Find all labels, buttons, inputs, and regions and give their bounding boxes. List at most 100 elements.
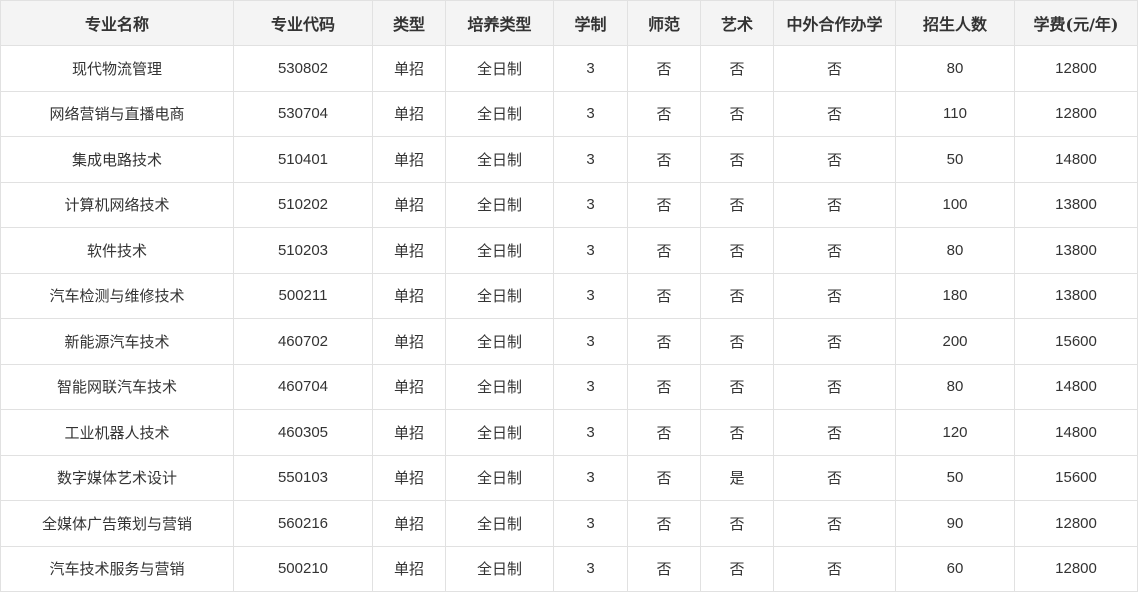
cell-teacher-training: 否: [627, 136, 701, 183]
cell-type: 单招: [372, 45, 446, 92]
cell-type: 单招: [372, 318, 446, 365]
cell-joint-program: 否: [773, 136, 896, 183]
cell-joint-program: 否: [773, 45, 896, 92]
table-row: 全媒体广告策划与营销 560216 单招 全日制 3 否否否 90 12800: [0, 500, 1138, 547]
cell-type: 单招: [372, 227, 446, 274]
cell-major-name: 网络营销与直播电商: [0, 90, 234, 137]
table-row: 网络营销与直播电商 530704 单招 全日制 3 否否否 110 12800: [0, 90, 1138, 137]
cell-teacher-training: 否: [627, 545, 701, 592]
cell-tuition: 14800: [1014, 363, 1138, 410]
cell-major-name: 新能源汽车技术: [0, 318, 234, 365]
cell-enrollment-count: 110: [895, 90, 1015, 137]
cell-enrollment-count: 80: [895, 227, 1015, 274]
cell-art: 否: [700, 136, 774, 183]
cell-joint-program: 否: [773, 454, 896, 501]
header-tuition: 学费(元/年): [1014, 0, 1138, 46]
cell-tuition: 12800: [1014, 45, 1138, 92]
cell-joint-program: 否: [773, 181, 896, 228]
cell-type: 单招: [372, 454, 446, 501]
cell-type: 单招: [372, 90, 446, 137]
cell-duration: 3: [553, 181, 628, 228]
table-row: 新能源汽车技术 460702 单招 全日制 3 否否否 200 15600: [0, 318, 1138, 365]
cell-major-name: 软件技术: [0, 227, 234, 274]
cell-enrollment-count: 50: [895, 454, 1015, 501]
cell-enrollment-count: 180: [895, 272, 1015, 319]
cell-type: 单招: [372, 363, 446, 410]
cell-training-type: 全日制: [445, 181, 554, 228]
cell-enrollment-count: 90: [895, 500, 1015, 547]
cell-art: 否: [700, 90, 774, 137]
cell-training-type: 全日制: [445, 363, 554, 410]
table-row: 现代物流管理 530802 单招 全日制 3 否否否 80 12800: [0, 45, 1138, 92]
cell-training-type: 全日制: [445, 454, 554, 501]
cell-joint-program: 否: [773, 272, 896, 319]
cell-major-code: 500211: [233, 272, 373, 319]
cell-duration: 3: [553, 136, 628, 183]
cell-teacher-training: 否: [627, 409, 701, 456]
cell-duration: 3: [553, 454, 628, 501]
cell-teacher-training: 否: [627, 181, 701, 228]
cell-art: 否: [700, 363, 774, 410]
cell-teacher-training: 否: [627, 90, 701, 137]
table-row: 计算机网络技术 510202 单招 全日制 3 否否否 100 13800: [0, 181, 1138, 228]
cell-major-name: 智能网联汽车技术: [0, 363, 234, 410]
table-row: 软件技术 510203 单招 全日制 3 否否否 80 13800: [0, 227, 1138, 274]
cell-art: 否: [700, 409, 774, 456]
cell-duration: 3: [553, 45, 628, 92]
cell-tuition: 14800: [1014, 409, 1138, 456]
cell-duration: 3: [553, 318, 628, 365]
cell-type: 单招: [372, 545, 446, 592]
cell-major-code: 510401: [233, 136, 373, 183]
table-body: 现代物流管理 530802 单招 全日制 3 否否否 80 12800 网络营销与直播电商 530…: [0, 45, 1138, 592]
header-teacher-training: 师范: [627, 0, 701, 46]
cell-tuition: 13800: [1014, 181, 1138, 228]
cell-teacher-training: 否: [627, 45, 701, 92]
cell-duration: 3: [553, 227, 628, 274]
enrollment-table: 专业名称 专业代码 类型 培养类型 学制 师范 艺术 中外合作办学 招生人数 学…: [0, 0, 1138, 592]
table-row: 数字媒体艺术设计 550103 单招 全日制 3 否是否 50 15600: [0, 454, 1138, 501]
cell-duration: 3: [553, 409, 628, 456]
cell-art: 否: [700, 545, 774, 592]
header-training-type: 培养类型: [445, 0, 554, 46]
cell-major-name: 全媒体广告策划与营销: [0, 500, 234, 547]
cell-tuition: 13800: [1014, 272, 1138, 319]
cell-major-code: 460704: [233, 363, 373, 410]
cell-tuition: 12800: [1014, 90, 1138, 137]
cell-major-name: 现代物流管理: [0, 45, 234, 92]
cell-joint-program: 否: [773, 227, 896, 274]
cell-duration: 3: [553, 500, 628, 547]
cell-art: 否: [700, 45, 774, 92]
cell-training-type: 全日制: [445, 136, 554, 183]
header-art: 艺术: [700, 0, 774, 46]
cell-major-code: 550103: [233, 454, 373, 501]
cell-art: 是: [700, 454, 774, 501]
cell-duration: 3: [553, 90, 628, 137]
header-enrollment-count: 招生人数: [895, 0, 1015, 46]
cell-major-code: 530704: [233, 90, 373, 137]
header-major-name: 专业名称: [0, 0, 234, 46]
cell-enrollment-count: 60: [895, 545, 1015, 592]
cell-enrollment-count: 50: [895, 136, 1015, 183]
cell-duration: 3: [553, 363, 628, 410]
cell-art: 否: [700, 318, 774, 365]
cell-teacher-training: 否: [627, 500, 701, 547]
cell-major-name: 计算机网络技术: [0, 181, 234, 228]
cell-duration: 3: [553, 272, 628, 319]
cell-joint-program: 否: [773, 318, 896, 365]
header-major-code: 专业代码: [233, 0, 373, 46]
table-row: 汽车技术服务与营销 500210 单招 全日制 3 否否否 60 12800: [0, 545, 1138, 592]
cell-training-type: 全日制: [445, 409, 554, 456]
cell-art: 否: [700, 500, 774, 547]
cell-art: 否: [700, 181, 774, 228]
cell-type: 单招: [372, 500, 446, 547]
cell-teacher-training: 否: [627, 363, 701, 410]
cell-tuition: 15600: [1014, 454, 1138, 501]
cell-teacher-training: 否: [627, 454, 701, 501]
cell-tuition: 13800: [1014, 227, 1138, 274]
cell-enrollment-count: 200: [895, 318, 1015, 365]
cell-enrollment-count: 80: [895, 363, 1015, 410]
cell-duration: 3: [553, 545, 628, 592]
cell-training-type: 全日制: [445, 272, 554, 319]
cell-major-code: 460702: [233, 318, 373, 365]
cell-joint-program: 否: [773, 545, 896, 592]
